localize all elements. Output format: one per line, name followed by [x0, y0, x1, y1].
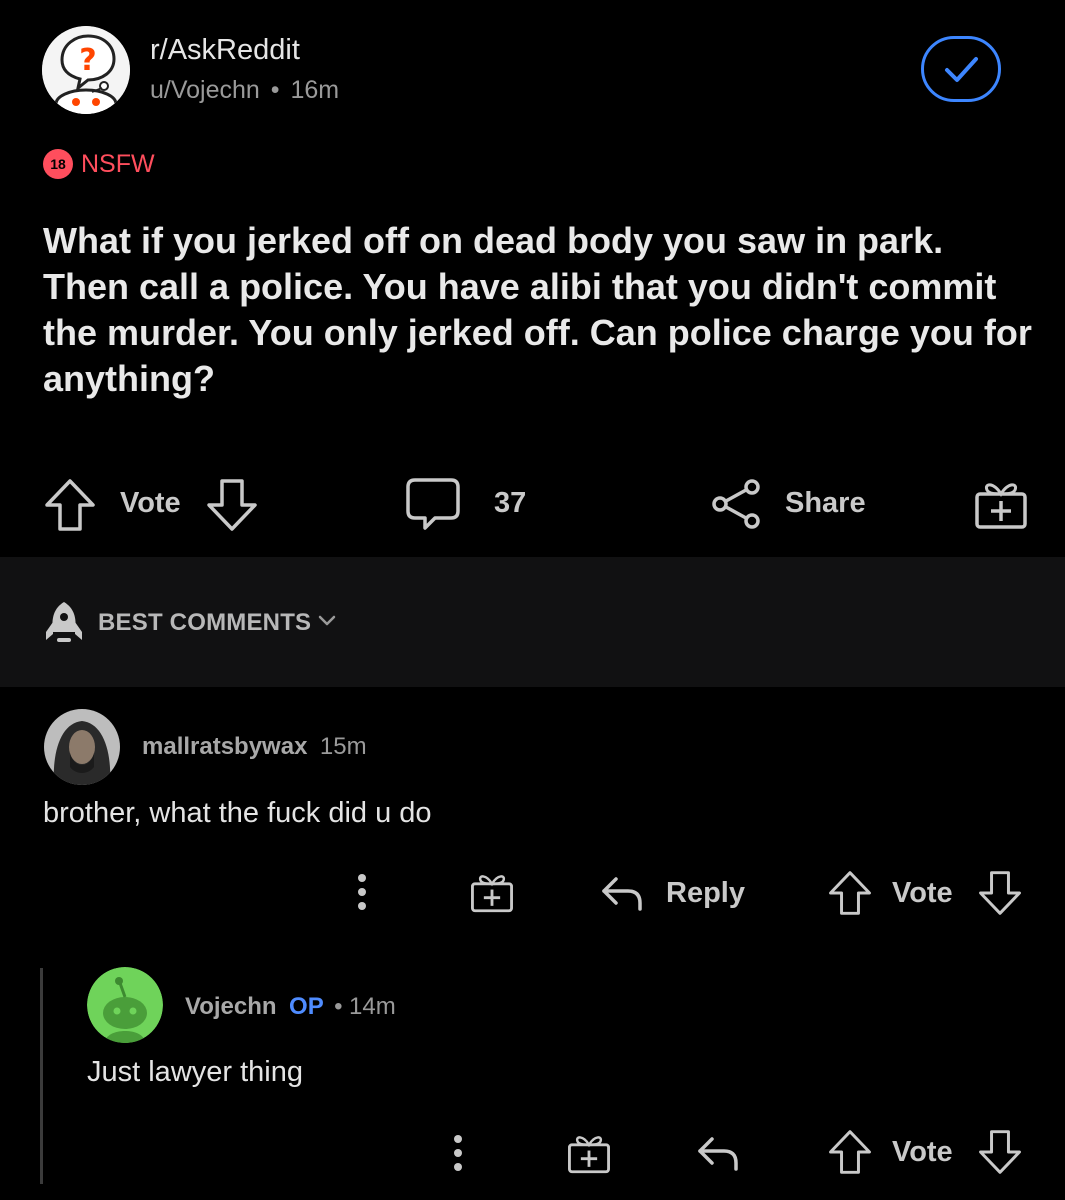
comment-award-button[interactable] [567, 1131, 611, 1175]
chevron-down-icon [318, 615, 336, 626]
avatar[interactable] [87, 967, 163, 1043]
op-badge: OP [289, 993, 324, 1020]
reply-icon [602, 877, 642, 911]
comment-upvote-button[interactable] [828, 870, 872, 916]
upvote-icon [829, 871, 871, 915]
reply-label[interactable]: Reply [666, 877, 745, 910]
comment-vote-label: Vote [892, 1136, 953, 1168]
comment-header: mallratsbywax 15m [142, 733, 367, 761]
post-author[interactable]: u/Vojechn [150, 76, 260, 104]
reply-button[interactable] [696, 1133, 740, 1173]
post-vote-label: Vote [120, 487, 181, 519]
nsfw-label: NSFW [81, 149, 155, 178]
comment-downvote-button[interactable] [978, 1129, 1022, 1175]
upvote-icon [45, 479, 95, 531]
comment-age: 15m [319, 733, 367, 760]
reply-icon [698, 1137, 738, 1171]
checkmark-icon [945, 57, 978, 82]
joined-button[interactable] [921, 36, 1001, 102]
comment-username[interactable]: mallratsbywax [142, 733, 307, 760]
reply-button[interactable] [600, 873, 644, 913]
more-options-button[interactable] [448, 1131, 468, 1175]
comment-body[interactable]: brother, what the fuck did u do [43, 797, 432, 830]
award-icon [975, 483, 1027, 529]
comment-bubble-icon [406, 478, 460, 530]
more-options-button[interactable] [352, 870, 372, 914]
sort-label[interactable]: BEST COMMENTS [98, 609, 311, 637]
snoo-avatar-icon [87, 967, 163, 1043]
avatar[interactable] [44, 709, 120, 785]
comment-upvote-button[interactable] [828, 1129, 872, 1175]
post-meta: u/Vojechn • 16m [150, 76, 339, 105]
comment-header: Vojechn OP • 14m [185, 993, 396, 1021]
comment-count: 37 [494, 487, 527, 519]
nsfw-badge: 18 [43, 149, 73, 179]
post-age: 16m [290, 76, 340, 104]
user-avatar-icon [44, 709, 120, 785]
comment-vote-label: Vote [892, 877, 953, 909]
comment-age: 14m [349, 993, 396, 1020]
share-button[interactable] [710, 478, 762, 530]
comment-award-button[interactable] [470, 870, 514, 914]
comments-button[interactable] [405, 477, 461, 533]
svg-text:?: ? [79, 43, 96, 78]
thread-line[interactable] [40, 968, 43, 1184]
meta-separator: • [270, 76, 280, 104]
award-icon [471, 875, 513, 913]
more-vertical-icon [358, 874, 366, 910]
share-label: Share [785, 487, 866, 519]
downvote-icon [207, 479, 257, 531]
share-icon [712, 479, 760, 529]
sort-icon [44, 600, 84, 646]
more-vertical-icon [454, 1135, 462, 1171]
award-button[interactable] [974, 477, 1028, 531]
askreddit-logo-icon: ? [42, 26, 130, 114]
downvote-icon [979, 871, 1021, 915]
comment-downvote-button[interactable] [978, 870, 1022, 916]
sort-dropdown[interactable] [318, 614, 336, 628]
downvote-icon [979, 1130, 1021, 1174]
downvote-button[interactable] [206, 478, 258, 532]
nsfw-tag: 18 NSFW [43, 148, 155, 180]
rocket-icon [46, 602, 82, 642]
upvote-button[interactable] [44, 478, 96, 532]
award-icon [568, 1136, 610, 1174]
meta-separator: • [334, 993, 343, 1020]
upvote-icon [829, 1130, 871, 1174]
subreddit-avatar[interactable]: ? [42, 26, 130, 114]
post-title[interactable]: What if you jerked off on dead body you … [43, 218, 1033, 402]
comment-body[interactable]: Just lawyer thing [87, 1056, 303, 1089]
subreddit-name[interactable]: r/AskReddit [150, 34, 300, 67]
comment-username[interactable]: Vojechn [185, 993, 277, 1020]
